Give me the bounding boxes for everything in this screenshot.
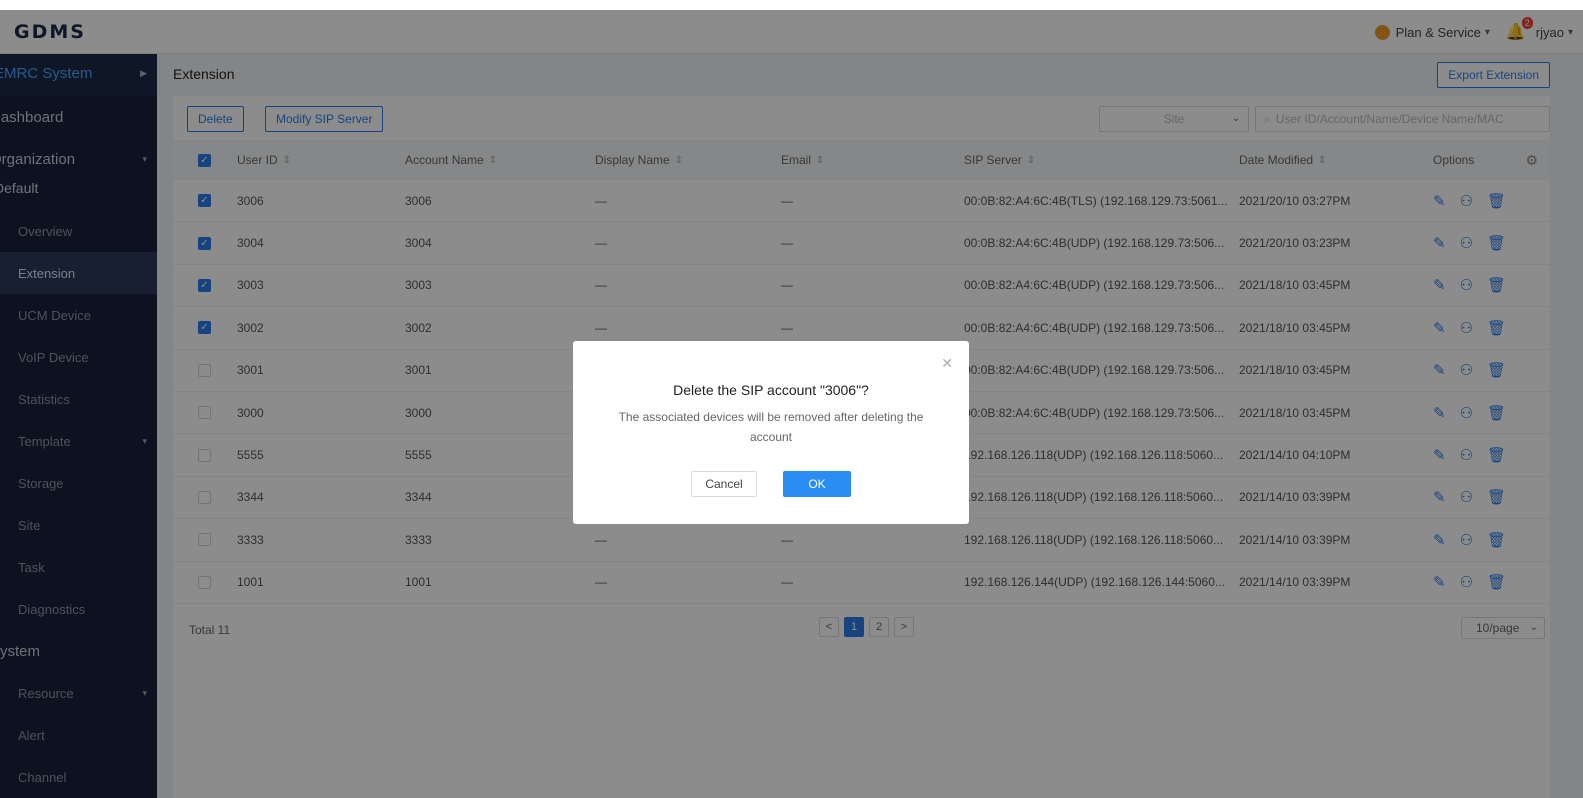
cancel-button[interactable]: Cancel [691,471,757,497]
ok-button[interactable]: OK [783,471,851,497]
dialog-title: Delete the SIP account "3006"? [673,382,869,398]
app-frame: GDMS Plan & Service ▾ 🔔 2 rjyao ▾ EMRC Sy… [0,10,1583,798]
close-icon[interactable]: ✕ [941,355,953,372]
dialog-actions: Cancel OK [573,471,969,497]
delete-confirm-dialog: ✕ Delete the SIP account "3006"? The ass… [573,341,969,524]
dialog-message: The associated devices will be removed a… [618,410,924,444]
